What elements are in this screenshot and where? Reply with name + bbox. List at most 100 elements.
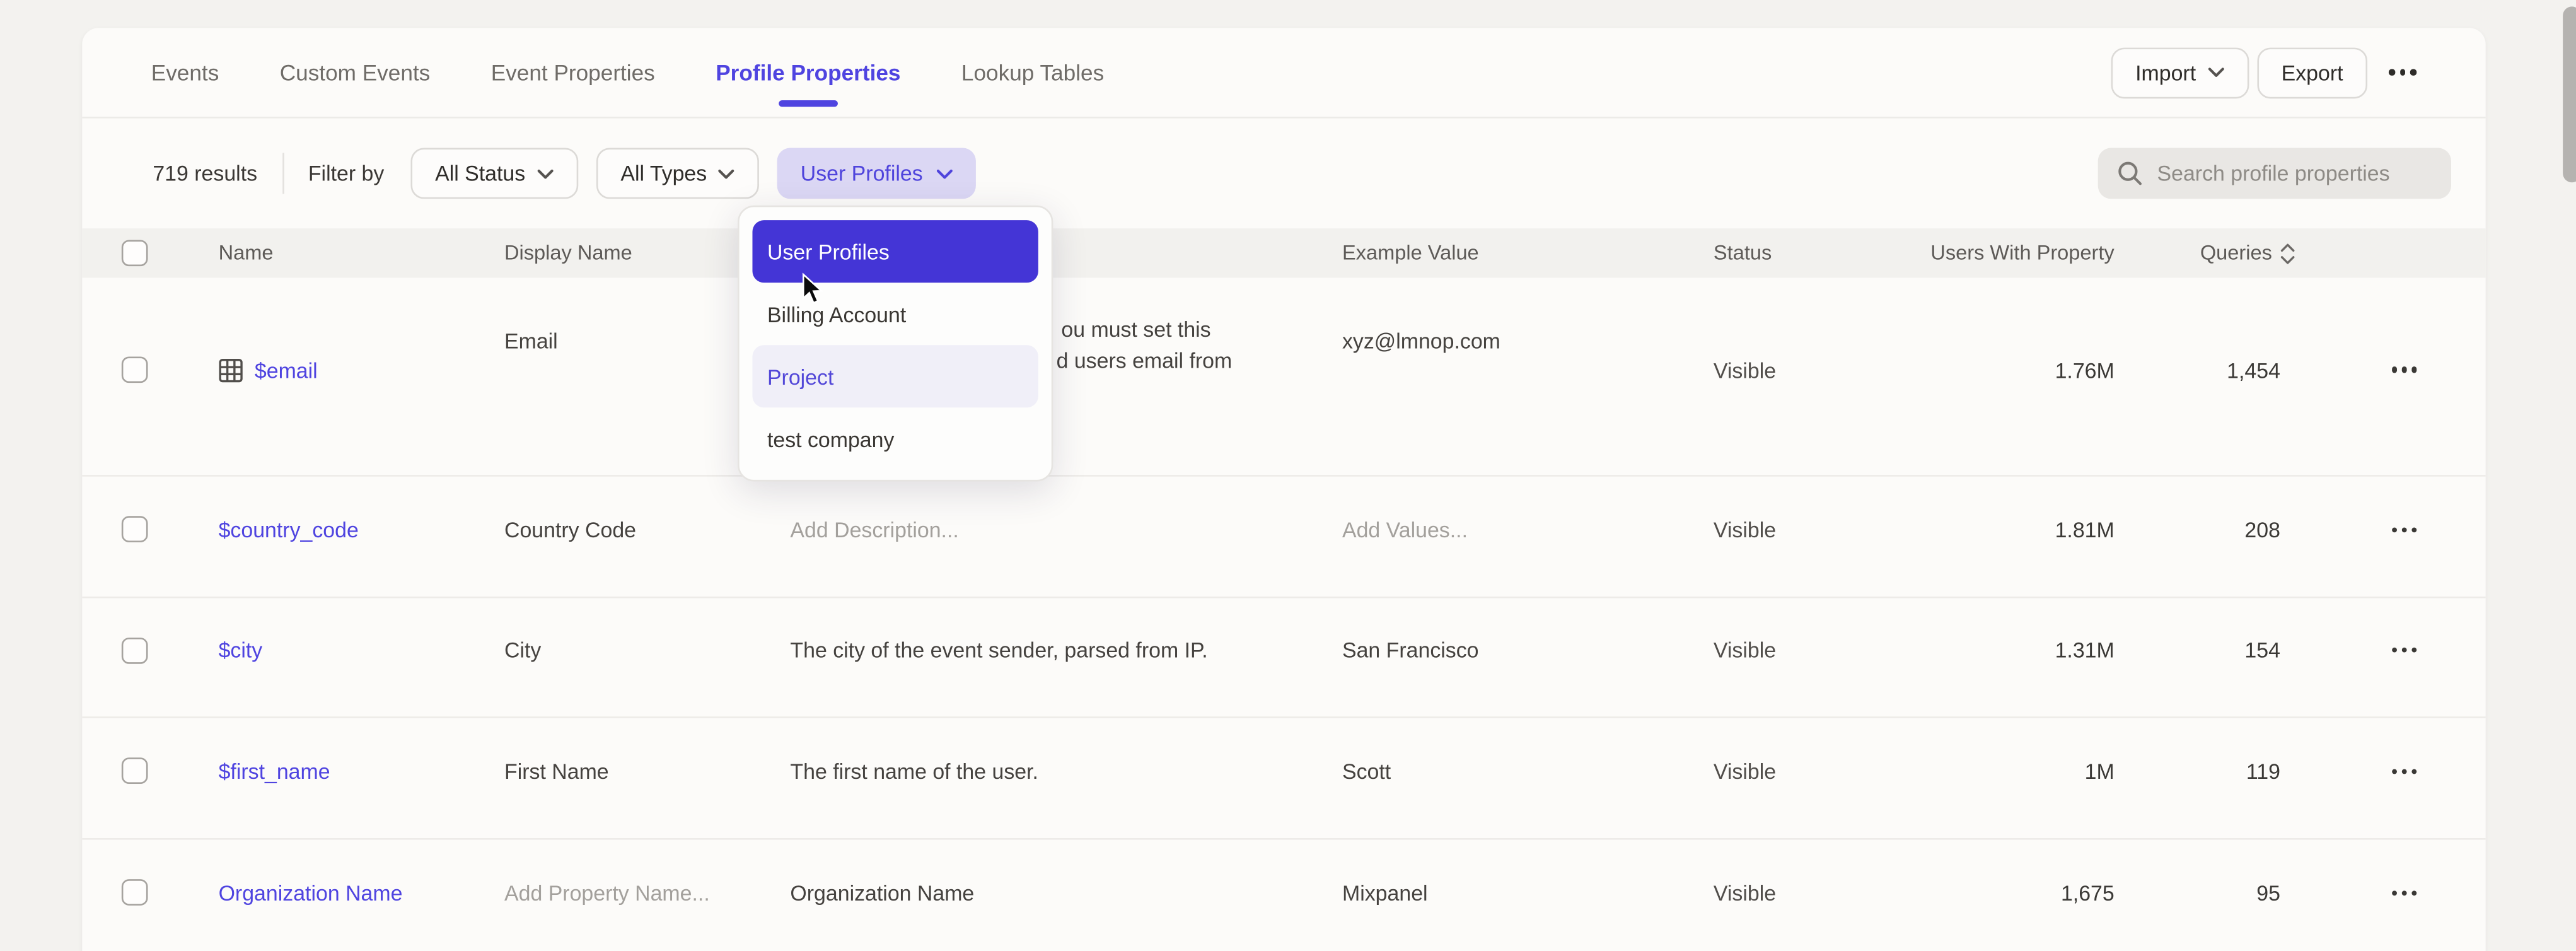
chevron-down-icon [2207,67,2224,78]
example-value-cell[interactable]: Scott [1342,759,1714,796]
profile-type-filter-label: User Profiles [801,161,923,185]
export-button[interactable]: Export [2257,47,2368,98]
users-with-property-cell: 1.81M [1919,517,2115,555]
property-name-link[interactable]: $email [255,358,318,382]
dropdown-item-project[interactable]: Project [752,345,1038,407]
type-filter-label: All Types [620,161,707,185]
description-cell[interactable]: The first name of the user. [790,759,1342,796]
tab-profile-properties[interactable]: Profile Properties [716,28,900,117]
tab-events[interactable]: Events [151,28,219,117]
tabs: Events Custom Events Event Properties Pr… [151,28,1104,117]
table-row: $email Email ou must set this d users em… [82,277,2485,476]
vertical-scrollbar-thumb[interactable] [2563,6,2576,182]
row-actions-button[interactable] [2303,890,2485,908]
status-cell: Visible [1714,358,1919,395]
description-fragment: d users email from [1057,348,1233,373]
tab-custom-events[interactable]: Custom Events [280,28,431,117]
tab-event-properties[interactable]: Event Properties [491,28,655,117]
ellipsis-icon [2391,890,2417,895]
description-fragment: ou must set this [1061,317,1210,342]
property-name-link[interactable]: $country_code [219,517,359,542]
status-cell: Visible [1714,880,1919,918]
filter-by-label: Filter by [308,161,384,185]
example-value-cell[interactable]: Add Values... [1342,517,1714,555]
row-checkbox[interactable] [122,880,148,906]
table-row: $country_code Country Code Add Descripti… [82,477,2485,598]
dropdown-item-billing-account[interactable]: Billing Account [752,283,1038,345]
description-cell[interactable]: Organization Name [790,880,1342,918]
export-button-label: Export [2282,60,2343,85]
toolbar: Import Export [2111,28,2486,117]
description-cell[interactable]: Add Description... [790,517,1342,555]
display-name-cell[interactable]: First Name [504,759,790,796]
filter-bar: 719 results Filter by All Status All Typ… [82,119,2485,229]
tab-lookup-tables[interactable]: Lookup Tables [961,28,1104,117]
chevron-down-icon [718,168,734,178]
search-icon [2118,161,2142,185]
dropdown-item-test-company[interactable]: test company [752,407,1038,470]
chevron-down-icon [537,168,553,178]
queries-cell: 208 [2115,517,2304,555]
import-button[interactable]: Import [2111,47,2248,98]
row-checkbox[interactable] [122,637,148,663]
queries-cell: 119 [2115,759,2304,796]
queries-header-label: Queries [2200,242,2272,264]
description-cell[interactable]: The city of the event sender, parsed fro… [790,638,1342,676]
display-name-cell[interactable]: Add Property Name... [504,880,790,918]
users-with-property-cell: 1M [1919,759,2115,796]
property-name-cell: Organization Name [219,880,504,918]
table-row: $city City The city of the event sender,… [82,597,2485,718]
profile-type-filter-button[interactable]: User Profiles [777,148,975,199]
more-actions-button[interactable] [2376,47,2430,98]
property-name-cell: $email [219,358,504,395]
dropdown-item-user-profiles[interactable]: User Profiles [752,220,1038,283]
ellipsis-icon [2391,367,2417,372]
column-header-users-with-property: Users With Property [1919,242,2115,264]
column-header-queries[interactable]: Queries [2115,242,2304,264]
search-box [2098,148,2451,199]
results-count: 719 results [153,161,257,185]
select-all-checkbox[interactable] [122,240,148,266]
sort-icon [2280,242,2295,264]
type-filter-button[interactable]: All Types [596,148,759,199]
tab-bar: Events Custom Events Event Properties Pr… [82,28,2485,118]
divider [282,153,284,194]
page: Events Custom Events Event Properties Pr… [0,0,2576,951]
queries-cell: 1,454 [2115,358,2304,395]
row-checkbox[interactable] [122,356,148,383]
row-checkbox[interactable] [122,758,148,785]
row-checkbox[interactable] [122,516,148,543]
example-value-cell[interactable]: xyz@lmnop.com [1342,277,1714,353]
queries-cell: 95 [2115,880,2304,918]
row-actions-button[interactable] [2303,769,2485,787]
search-input[interactable] [2098,148,2451,199]
column-header-example-value: Example Value [1342,242,1714,264]
property-name-link[interactable]: $first_name [219,759,330,783]
display-name-cell[interactable]: City [504,638,790,676]
row-actions-button[interactable] [2303,367,2485,385]
column-header-name: Name [219,242,504,264]
status-cell: Visible [1714,759,1919,796]
status-filter-button[interactable]: All Status [410,148,578,199]
property-name-cell: $country_code [219,517,504,555]
queries-cell: 154 [2115,638,2304,676]
table-header: Name Display Name Example Value Status U… [82,228,2485,277]
example-value-cell[interactable]: Mixpanel [1342,880,1714,918]
status-cell: Visible [1714,517,1919,555]
row-actions-button[interactable] [2303,648,2485,666]
row-actions-button[interactable] [2303,527,2485,546]
users-with-property-cell: 1.31M [1919,638,2115,676]
table-grid-icon [219,358,243,382]
profile-type-dropdown: User Profiles Billing Account Project te… [738,206,1053,482]
chevron-down-icon [936,168,953,178]
users-with-property-cell: 1,675 [1919,880,2115,918]
property-name-cell: $first_name [219,759,504,796]
display-name-cell[interactable]: Country Code [504,517,790,555]
filter-group: All Status All Types User Profiles [410,148,975,199]
example-value-cell[interactable]: San Francisco [1342,638,1714,676]
property-name-link[interactable]: Organization Name [219,880,403,905]
ellipsis-icon [2391,527,2417,532]
ellipsis-icon [2389,69,2417,75]
mouse-cursor-icon [802,273,825,306]
property-name-link[interactable]: $city [219,638,263,663]
